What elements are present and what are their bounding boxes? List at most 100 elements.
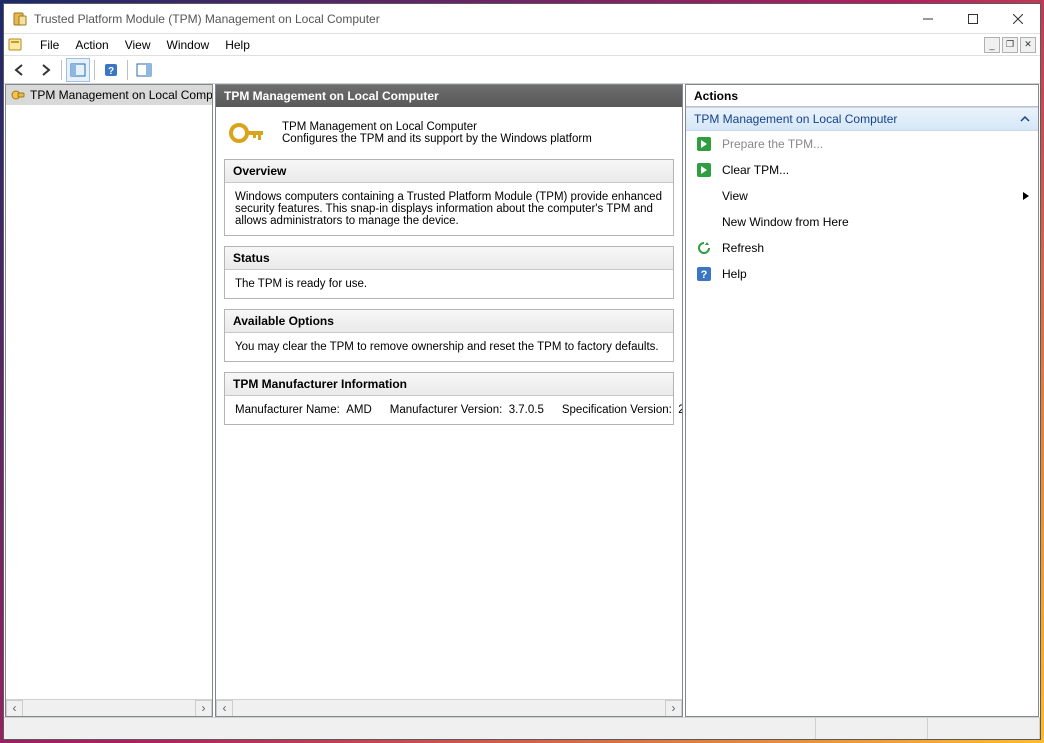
tree-root-item[interactable]: TPM Management on Local Comp bbox=[6, 85, 212, 105]
svg-text:?: ? bbox=[108, 66, 114, 77]
scroll-left-button[interactable]: ‹ bbox=[216, 700, 233, 717]
svg-text:?: ? bbox=[701, 269, 708, 281]
manuf-ver-value: 3.7.0.5 bbox=[509, 404, 544, 416]
collapse-icon[interactable] bbox=[1020, 114, 1030, 124]
section-status: Status The TPM is ready for use. bbox=[224, 246, 674, 299]
action-clear-label: Clear TPM... bbox=[722, 163, 789, 177]
show-hide-tree-button[interactable] bbox=[66, 58, 90, 82]
scroll-track[interactable] bbox=[233, 700, 665, 717]
action-refresh-label: Refresh bbox=[722, 241, 764, 255]
section-overview: Overview Windows computers containing a … bbox=[224, 159, 674, 236]
scroll-right-button[interactable]: › bbox=[195, 700, 212, 717]
toolbar-separator bbox=[94, 60, 95, 80]
result-pane: TPM Management on Local Computer TPM Man… bbox=[215, 84, 683, 717]
show-hide-action-pane-button[interactable] bbox=[132, 58, 156, 82]
minimize-button[interactable] bbox=[905, 4, 950, 33]
section-status-header: Status bbox=[225, 247, 673, 270]
blank-icon bbox=[696, 188, 712, 204]
action-view[interactable]: View bbox=[686, 183, 1038, 209]
tree-hscrollbar[interactable]: ‹ › bbox=[6, 699, 212, 716]
statusbar bbox=[4, 717, 1040, 739]
back-button[interactable] bbox=[8, 58, 32, 82]
blank-icon bbox=[696, 214, 712, 230]
close-button[interactable] bbox=[995, 4, 1040, 33]
section-options: Available Options You may clear the TPM … bbox=[224, 309, 674, 362]
actions-group-title: TPM Management on Local Computer bbox=[694, 112, 897, 126]
spec-ver-value: 2. bbox=[678, 404, 682, 416]
result-hscrollbar[interactable]: ‹ › bbox=[216, 699, 682, 716]
window-title: Trusted Platform Module (TPM) Management… bbox=[34, 12, 905, 26]
maximize-button[interactable] bbox=[950, 4, 995, 33]
console-tree: TPM Management on Local Comp bbox=[6, 85, 212, 699]
section-options-body: You may clear the TPM to remove ownershi… bbox=[225, 333, 673, 361]
section-manufacturer-header: TPM Manufacturer Information bbox=[225, 373, 673, 396]
action-help-label: Help bbox=[722, 267, 747, 281]
mdi-minimize-button[interactable]: _ bbox=[984, 37, 1000, 53]
forward-button[interactable] bbox=[33, 58, 57, 82]
toolbar: ? bbox=[4, 56, 1040, 84]
action-refresh[interactable]: Refresh bbox=[686, 235, 1038, 261]
section-options-header: Available Options bbox=[225, 310, 673, 333]
key-icon bbox=[228, 117, 268, 149]
arrow-right-green-icon bbox=[696, 136, 712, 152]
action-newwindow-label: New Window from Here bbox=[722, 215, 849, 229]
tree-root-label: TPM Management on Local Comp bbox=[30, 88, 212, 102]
menubar: File Action View Window Help _ ❐ ✕ bbox=[4, 34, 1040, 56]
spec-ver-label: Specification Version: bbox=[562, 404, 672, 416]
toolbar-separator bbox=[61, 60, 62, 80]
action-prepare-tpm[interactable]: Prepare the TPM... bbox=[686, 131, 1038, 157]
section-overview-body: Windows computers containing a Trusted P… bbox=[225, 183, 673, 235]
actions-pane: Actions TPM Management on Local Computer… bbox=[685, 84, 1039, 717]
tpm-node-icon bbox=[10, 87, 26, 103]
manufacturer-row: Manufacturer Name: AMD Manufacturer Vers… bbox=[235, 404, 663, 416]
snapin-banner: TPM Management on Local Computer Configu… bbox=[216, 107, 682, 159]
arrow-right-green-icon bbox=[696, 162, 712, 178]
toolbar-separator bbox=[127, 60, 128, 80]
action-new-window[interactable]: New Window from Here bbox=[686, 209, 1038, 235]
actions-group-header[interactable]: TPM Management on Local Computer bbox=[686, 107, 1038, 131]
banner-title: TPM Management on Local Computer bbox=[282, 121, 592, 133]
scroll-track[interactable] bbox=[23, 700, 195, 717]
menu-view[interactable]: View bbox=[117, 36, 159, 54]
titlebar: Trusted Platform Module (TPM) Management… bbox=[4, 4, 1040, 34]
section-manufacturer: TPM Manufacturer Information Manufacture… bbox=[224, 372, 674, 425]
banner-texts: TPM Management on Local Computer Configu… bbox=[282, 121, 592, 145]
action-help[interactable]: ? Help bbox=[686, 261, 1038, 287]
menu-action[interactable]: Action bbox=[67, 36, 116, 54]
submenu-arrow-icon bbox=[1022, 191, 1030, 201]
body: TPM Management on Local Comp ‹ › TPM Man… bbox=[4, 84, 1040, 717]
actions-body: TPM Management on Local Computer Prepare… bbox=[686, 107, 1038, 716]
app-icon bbox=[12, 11, 28, 27]
mmc-icon bbox=[8, 37, 24, 53]
manuf-name-label: Manufacturer Name: bbox=[235, 404, 340, 416]
console-tree-pane: TPM Management on Local Comp ‹ › bbox=[5, 84, 213, 717]
manuf-name-value: AMD bbox=[346, 404, 372, 416]
scroll-right-button[interactable]: › bbox=[665, 700, 682, 717]
help-button[interactable]: ? bbox=[99, 58, 123, 82]
section-status-body: The TPM is ready for use. bbox=[225, 270, 673, 298]
banner-subtitle: Configures the TPM and its support by th… bbox=[282, 133, 592, 145]
result-header-title: TPM Management on Local Computer bbox=[224, 89, 439, 103]
actions-header-title: Actions bbox=[694, 89, 738, 103]
scroll-left-button[interactable]: ‹ bbox=[6, 700, 23, 717]
mdi-restore-button[interactable]: ❐ bbox=[1002, 37, 1018, 53]
result-content: TPM Management on Local Computer Configu… bbox=[216, 107, 682, 699]
action-clear-tpm[interactable]: Clear TPM... bbox=[686, 157, 1038, 183]
status-cell-1 bbox=[4, 718, 816, 739]
section-overview-header: Overview bbox=[225, 160, 673, 183]
mdi-close-button[interactable]: ✕ bbox=[1020, 37, 1036, 53]
status-cell-2 bbox=[816, 718, 928, 739]
window-controls bbox=[905, 4, 1040, 33]
help-icon: ? bbox=[696, 266, 712, 282]
mdi-controls: _ ❐ ✕ bbox=[984, 37, 1036, 53]
actions-header: Actions bbox=[686, 85, 1038, 107]
action-view-label: View bbox=[722, 189, 748, 203]
menu-file[interactable]: File bbox=[32, 36, 67, 54]
action-prepare-label: Prepare the TPM... bbox=[722, 137, 823, 151]
menu-help[interactable]: Help bbox=[217, 36, 258, 54]
refresh-icon bbox=[696, 240, 712, 256]
manuf-ver-label: Manufacturer Version: bbox=[390, 404, 503, 416]
status-cell-3 bbox=[928, 718, 1040, 739]
app-window: Trusted Platform Module (TPM) Management… bbox=[3, 3, 1041, 740]
menu-window[interactable]: Window bbox=[159, 36, 218, 54]
